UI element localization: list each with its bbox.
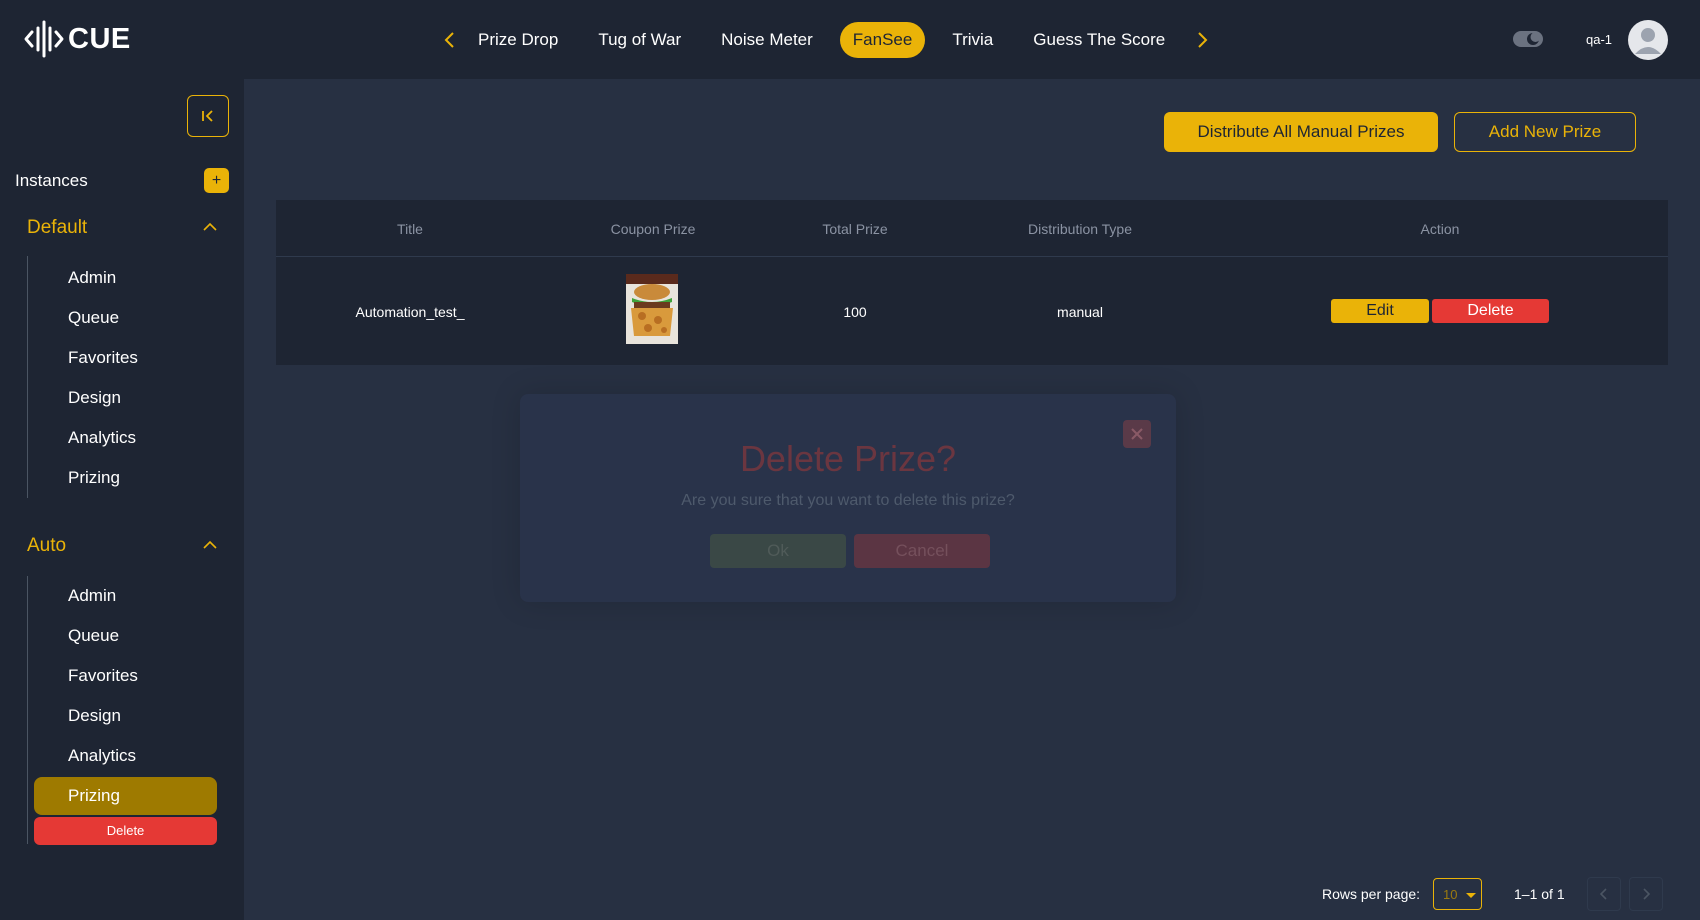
tab-trivia[interactable]: Trivia [939,22,1006,58]
tabs-scroll-left-button[interactable] [435,21,465,59]
moon-toggle-icon [1513,31,1543,47]
delete-instance-button[interactable]: Delete [34,817,217,845]
sidebar-item-default-design[interactable]: Design [34,379,217,417]
group-default-line [27,256,28,498]
tabs-list: Prize Drop Tug of War Noise Meter FanSee… [465,22,1187,58]
sidebar-item-auto-prizing[interactable]: Prizing [34,777,217,815]
tab-tug-of-war[interactable]: Tug of War [585,22,694,58]
rows-per-page-label: Rows per page: [1322,886,1421,902]
tab-prize-drop[interactable]: Prize Drop [465,22,571,58]
sidebar-item-default-prizing[interactable]: Prizing [34,459,217,497]
page-range: 1–1 of 1 [1514,886,1565,902]
chevron-right-icon [1643,888,1651,900]
table-header: Title Coupon Prize Total Prize Distribut… [276,200,1668,257]
rows-per-page-value: 10 [1443,887,1458,902]
collapse-left-icon [202,110,213,122]
group-default-title[interactable]: Default [27,217,87,239]
chevron-right-icon [1198,32,1208,48]
sidebar-item-auto-queue[interactable]: Queue [34,617,217,655]
dialog-message: Are you sure that you want to delete thi… [681,492,1015,509]
column-header-total-prize: Total Prize [822,221,888,237]
delete-prize-dialog: Delete Prize? Are you sure that you want… [520,394,1176,602]
group-auto-line [27,576,28,844]
column-header-action: Action [1420,221,1460,237]
game-tabs: Prize Drop Tug of War Noise Meter FanSee… [435,21,1217,59]
add-new-prize-button[interactable]: Add New Prize [1454,112,1636,152]
avatar[interactable] [1628,20,1668,60]
cell-title: Automation_test_ [355,304,465,320]
chevron-up-icon[interactable] [202,219,218,235]
dialog-cancel-button[interactable]: Cancel [854,534,990,568]
sidebar-item-auto-design[interactable]: Design [34,697,217,735]
sidebar-item-default-queue[interactable]: Queue [34,299,217,337]
chevron-left-icon [444,32,454,48]
user-icon [1635,28,1661,54]
dialog-title: Delete Prize? [739,438,957,479]
username: qa-1 [1586,32,1613,47]
instances-label: Instances [15,171,88,190]
sidebar-item-auto-favorites[interactable]: Favorites [34,657,217,695]
logo-text: CUE [68,22,131,55]
sidebar: Instances + Default Admin Queue Favorite… [0,79,244,920]
delete-prize-button[interactable]: Delete [1432,299,1549,323]
prizes-table: Title Coupon Prize Total Prize Distribut… [276,200,1668,365]
tab-fansee[interactable]: FanSee [839,22,926,58]
top-bar: CUE Prize Drop Tug of War Noise Meter Fa… [0,0,1700,79]
sidebar-item-auto-analytics[interactable]: Analytics [34,737,217,775]
distribute-all-manual-prizes-button[interactable]: Distribute All Manual Prizes [1164,112,1438,152]
edit-prize-button[interactable]: Edit [1331,299,1429,323]
sidebar-item-default-favorites[interactable]: Favorites [34,339,217,377]
logo[interactable]: CUE [24,20,131,58]
caret-down-icon [1466,893,1476,898]
tab-noise-meter[interactable]: Noise Meter [708,22,826,58]
tabs-scroll-right-button[interactable] [1187,21,1217,59]
column-header-distribution-type: Distribution Type [1027,221,1133,237]
sidebar-item-default-admin[interactable]: Admin [34,259,217,297]
chevron-up-icon[interactable] [202,537,218,553]
group-auto-title[interactable]: Auto [27,535,66,557]
waveform-logo-icon [24,20,64,58]
theme-toggle[interactable] [1512,29,1544,49]
dialog-ok-button[interactable]: Ok [710,534,846,568]
column-header-title: Title [397,221,423,237]
sidebar-item-default-analytics[interactable]: Analytics [34,419,217,457]
burger-image-icon [626,274,678,344]
add-instance-button[interactable]: + [204,168,229,193]
rows-per-page-select[interactable]: 10 [1433,878,1482,910]
coupon-prize-image[interactable] [626,274,678,344]
cell-total-prize: 100 [843,304,867,320]
collapse-sidebar-button[interactable] [187,95,229,137]
previous-page-button[interactable] [1587,877,1621,911]
cell-distribution-type: manual [1057,304,1103,320]
sidebar-item-auto-admin[interactable]: Admin [34,577,217,615]
chevron-left-icon [1599,888,1607,900]
column-header-coupon-prize: Coupon Prize [610,221,696,237]
tab-guess-the-score[interactable]: Guess The Score [1020,22,1178,58]
next-page-button[interactable] [1629,877,1663,911]
